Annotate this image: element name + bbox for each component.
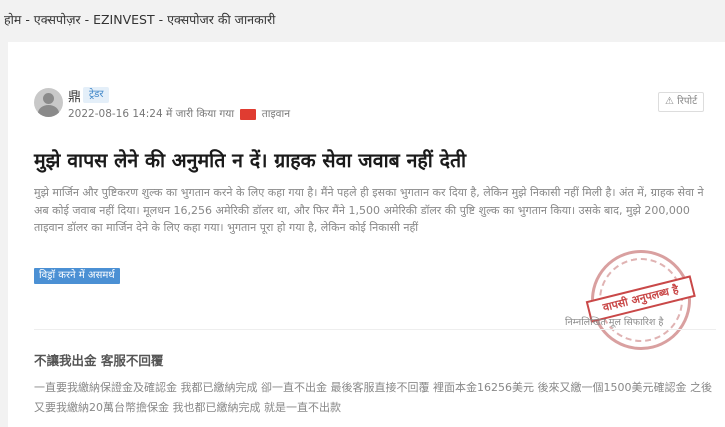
post-title: मुझे वापस लेने की अनुमति न दें। ग्राहक स… — [34, 149, 467, 172]
avatar[interactable] — [34, 88, 63, 117]
post-meta: 2022-08-16 14:24 में जारी किया गया ताइवा… — [68, 107, 290, 121]
post-location: ताइवान — [261, 108, 291, 120]
post-date: 2022-08-16 14:24 — [68, 108, 163, 120]
withdrawal-unavailable-stamp: वापसी अनुपलब्ध है — [580, 239, 702, 361]
recommend-note: निम्नलिखित मूल सिफारिश है — [565, 317, 664, 328]
report-button[interactable]: ⚠ रिपोर्ट — [658, 92, 705, 112]
taiwan-flag-icon — [240, 108, 257, 120]
report-label: रिपोर्ट — [677, 96, 698, 107]
username[interactable]: 鼎 — [68, 86, 81, 105]
original-title: 不讓我出金 客服不回覆 — [34, 353, 164, 368]
warning-icon: ⚠ — [665, 96, 674, 107]
post-card: 鼎 ट्रेडर 2022-08-16 14:24 में जारी किया … — [8, 42, 725, 427]
role-badge: ट्रेडर — [83, 87, 110, 103]
original-body: 一直要我繳納保證金及確認金 我都已繳納完成 卻一直不出金 最後客服直接不回覆 裡… — [34, 381, 712, 414]
issued-text: में जारी किया गया — [165, 108, 235, 120]
avatar-head — [43, 93, 54, 104]
post-body: मुझे मार्जिन और पुष्टिकरण शुल्क का भुगता… — [34, 186, 704, 234]
status-badge: विड्रॉ करने में असमर्थ — [34, 268, 120, 284]
breadcrumb[interactable]: होम - एक्सपोज़र - EZINVEST - एक्सपोजर की… — [0, 0, 725, 38]
divider — [34, 329, 716, 330]
avatar-body — [38, 105, 59, 117]
